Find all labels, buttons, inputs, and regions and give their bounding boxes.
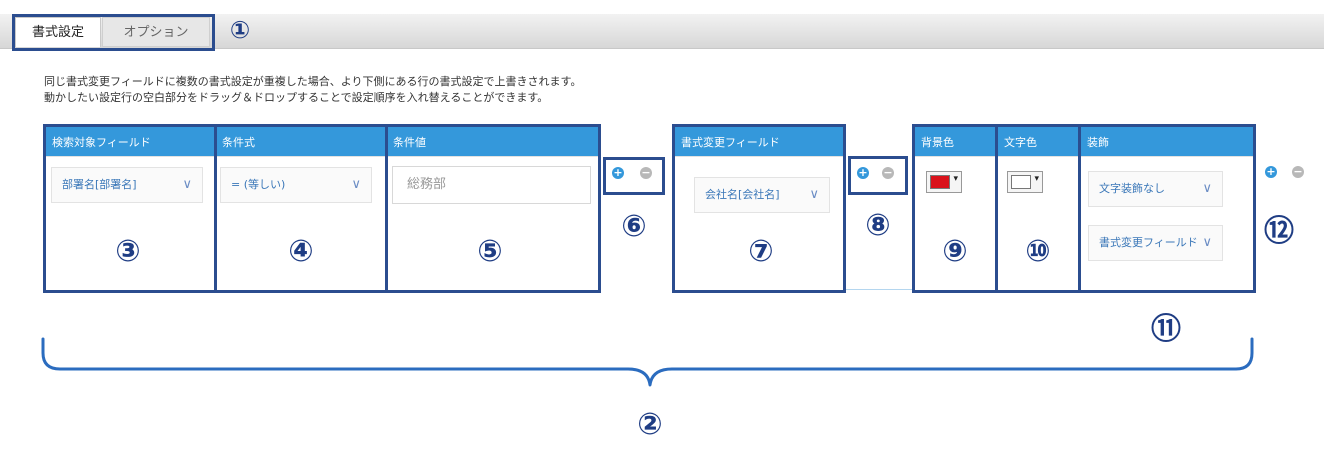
callout-frame-6	[603, 157, 665, 195]
description-line-1: 同じ書式変更フィールドに複数の書式設定が重複した場合、より下側にある行の書式設定…	[44, 75, 582, 88]
callout-7: ⑦	[748, 234, 774, 269]
description-line-2: 動かしたい設定行の空白部分をドラッグ＆ドロップすることで設定順序を入れ替えること…	[44, 91, 549, 104]
callout-3: ③	[115, 234, 141, 269]
callout-1: ①	[229, 16, 251, 44]
add-row-button-2[interactable]: +	[1265, 166, 1277, 178]
callout-2: ②	[637, 407, 663, 442]
callout-9: ⑨	[942, 234, 968, 269]
remove-row-button-2[interactable]: −	[1292, 166, 1304, 178]
callout-10: ⑩	[1025, 234, 1051, 269]
callout-frame-11	[1078, 124, 1256, 293]
callout-frame-8	[848, 156, 908, 195]
callout-8: ⑧	[865, 208, 891, 243]
row-bracket	[41, 337, 1254, 387]
callout-6: ⑥	[621, 209, 647, 244]
callout-5: ⑤	[477, 234, 503, 269]
tabs-callout-frame	[12, 14, 215, 51]
callout-4: ④	[288, 234, 314, 269]
callout-12: ⑫	[1264, 214, 1294, 249]
